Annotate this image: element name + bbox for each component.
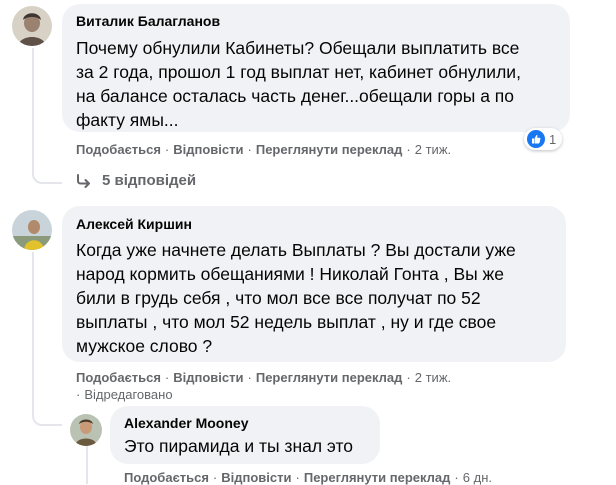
avatar-image — [12, 210, 52, 250]
separator: · — [406, 370, 411, 385]
separator: · — [295, 470, 300, 485]
reply-arrow-icon — [76, 173, 92, 188]
comment-text-line: били в грудь себя , что мол все все полу… — [76, 288, 481, 308]
reply-actions: Подобається · Відповісти · Переглянути п… — [124, 470, 492, 485]
reply-link[interactable]: Відповісти — [173, 370, 243, 385]
comment-actions: Подобається · Відповісти · Переглянути п… — [76, 142, 451, 157]
comment-bubble: Виталик Балагланов Почему обнулили Кабин… — [62, 4, 570, 132]
comment-author[interactable]: Виталик Балагланов — [76, 13, 220, 29]
avatar-aleksei[interactable] — [12, 210, 52, 250]
see-translation-link[interactable]: Переглянути переклад — [304, 470, 451, 485]
reply-link[interactable]: Відповісти — [221, 470, 291, 485]
thread-line-comment-1 — [32, 48, 34, 168]
comment-text-line: Когда уже начнете делать Выплаты ? Вы до… — [76, 240, 516, 260]
see-translation-link[interactable]: Переглянути переклад — [256, 370, 403, 385]
avatar-vitalik[interactable] — [12, 6, 52, 46]
reply-author[interactable]: Alexander Mooney — [124, 415, 248, 431]
separator: · — [76, 387, 81, 402]
reaction-count: 1 — [549, 131, 557, 147]
comment-text-line: народ кормить обещаниями ! Николай Гонта… — [76, 264, 504, 284]
like-icon — [527, 130, 545, 148]
thread-line-comment-2 — [32, 252, 34, 402]
reply-bubble: Alexander Mooney Это пирамида и ты знал … — [110, 406, 380, 464]
separator: · — [406, 142, 411, 157]
comment-author[interactable]: Алексей Киршин — [76, 216, 192, 232]
edited-indicator: · Відредаговано — [76, 387, 173, 402]
thread-curve-reply — [32, 402, 62, 426]
reply-text: Это пирамида и ты знал это — [124, 436, 354, 456]
separator: · — [454, 470, 459, 485]
view-replies-link[interactable]: 5 відповідей — [76, 172, 196, 189]
timestamp[interactable]: 2 тиж. — [415, 142, 451, 157]
separator: · — [247, 142, 252, 157]
timestamp[interactable]: 2 тиж. — [415, 370, 451, 385]
see-translation-link[interactable]: Переглянути переклад — [256, 142, 403, 157]
comment-actions: Подобається · Відповісти · Переглянути п… — [76, 370, 451, 385]
separator: · — [164, 370, 170, 385]
separator: · — [212, 470, 218, 485]
avatar-alexander[interactable] — [70, 414, 102, 446]
comment-text-line: мужское слово ? — [76, 336, 213, 356]
comment-text-line: Почему обнулили Кабинеты? Обещали выплат… — [76, 38, 520, 58]
like-link[interactable]: Подобається — [76, 370, 161, 385]
thread-curve-comment-1 — [32, 168, 62, 184]
separator: · — [247, 370, 252, 385]
comment-text-line: факту ямы... — [76, 110, 179, 130]
comment-text-line: выплаты , что мол 52 недель выплат , ну … — [76, 312, 497, 332]
comment-text-line: за 2 года, прошол 1 год выплат нет, каби… — [76, 62, 521, 82]
timestamp[interactable]: 6 дн. — [463, 470, 492, 485]
comment-text-line: на балансе осталась часть денег...обещал… — [76, 86, 515, 106]
avatar-image — [70, 414, 102, 446]
separator: · — [164, 142, 170, 157]
comment-bubble: Алексей Киршин Когда уже начнете делать … — [62, 206, 566, 362]
view-replies-label: 5 відповідей — [102, 172, 197, 189]
like-link[interactable]: Подобається — [124, 470, 209, 485]
reply-link[interactable]: Відповісти — [173, 142, 243, 157]
like-link[interactable]: Подобається — [76, 142, 161, 157]
reaction-badge[interactable]: 1 — [524, 128, 563, 150]
avatar-image — [12, 6, 52, 46]
edited-label: Відредаговано — [84, 387, 173, 402]
